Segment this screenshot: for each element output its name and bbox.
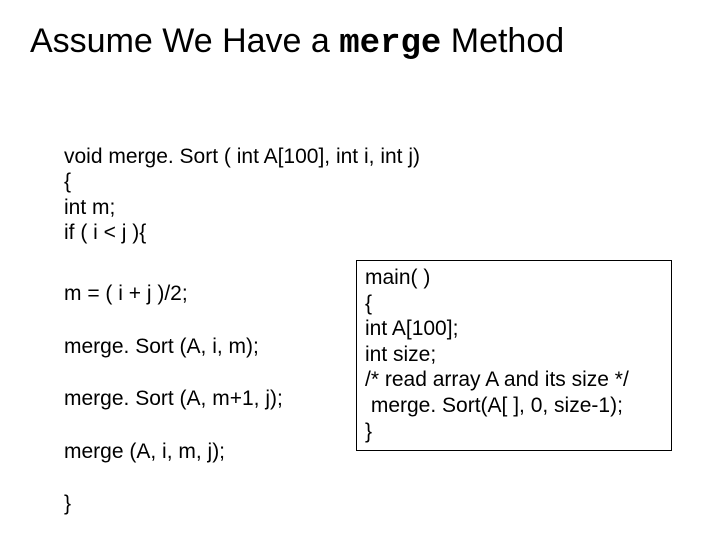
code-line: int size; (365, 343, 436, 366)
code-line: void merge. Sort ( int A[100], int i, in… (64, 145, 420, 168)
main-code-box: main( ) { int A[100]; int size; /* read … (356, 260, 672, 451)
code-line: int m; (64, 196, 115, 219)
code-line: { (64, 170, 71, 193)
code-line: /* read array A and its size */ (365, 368, 629, 391)
code-left-block2: m = ( i + j )/2; merge. Sort (A, i, m); … (64, 268, 283, 531)
code-line: merge. Sort (A, i, m); (64, 335, 259, 358)
title-post: Method (441, 22, 564, 60)
title-mono: merge (339, 25, 441, 63)
code-left-block: void merge. Sort ( int A[100], int i, in… (64, 118, 420, 272)
code-line: { (365, 292, 372, 315)
code-line: merge. Sort (A, m+1, j); (64, 387, 283, 410)
code-line: } (365, 420, 372, 443)
code-line: m = ( i + j )/2; (64, 282, 188, 305)
code-line: main( ) (365, 266, 430, 289)
code-line: int A[100]; (365, 317, 458, 340)
title-pre: Assume We Have a (30, 22, 339, 60)
slide-title: Assume We Have a merge Method (30, 22, 564, 63)
code-line: merge (A, i, m, j); } (64, 440, 225, 516)
code-line: if ( i < j ){ (64, 221, 146, 244)
code-line: merge. Sort(A[ ], 0, size-1); (365, 394, 623, 417)
